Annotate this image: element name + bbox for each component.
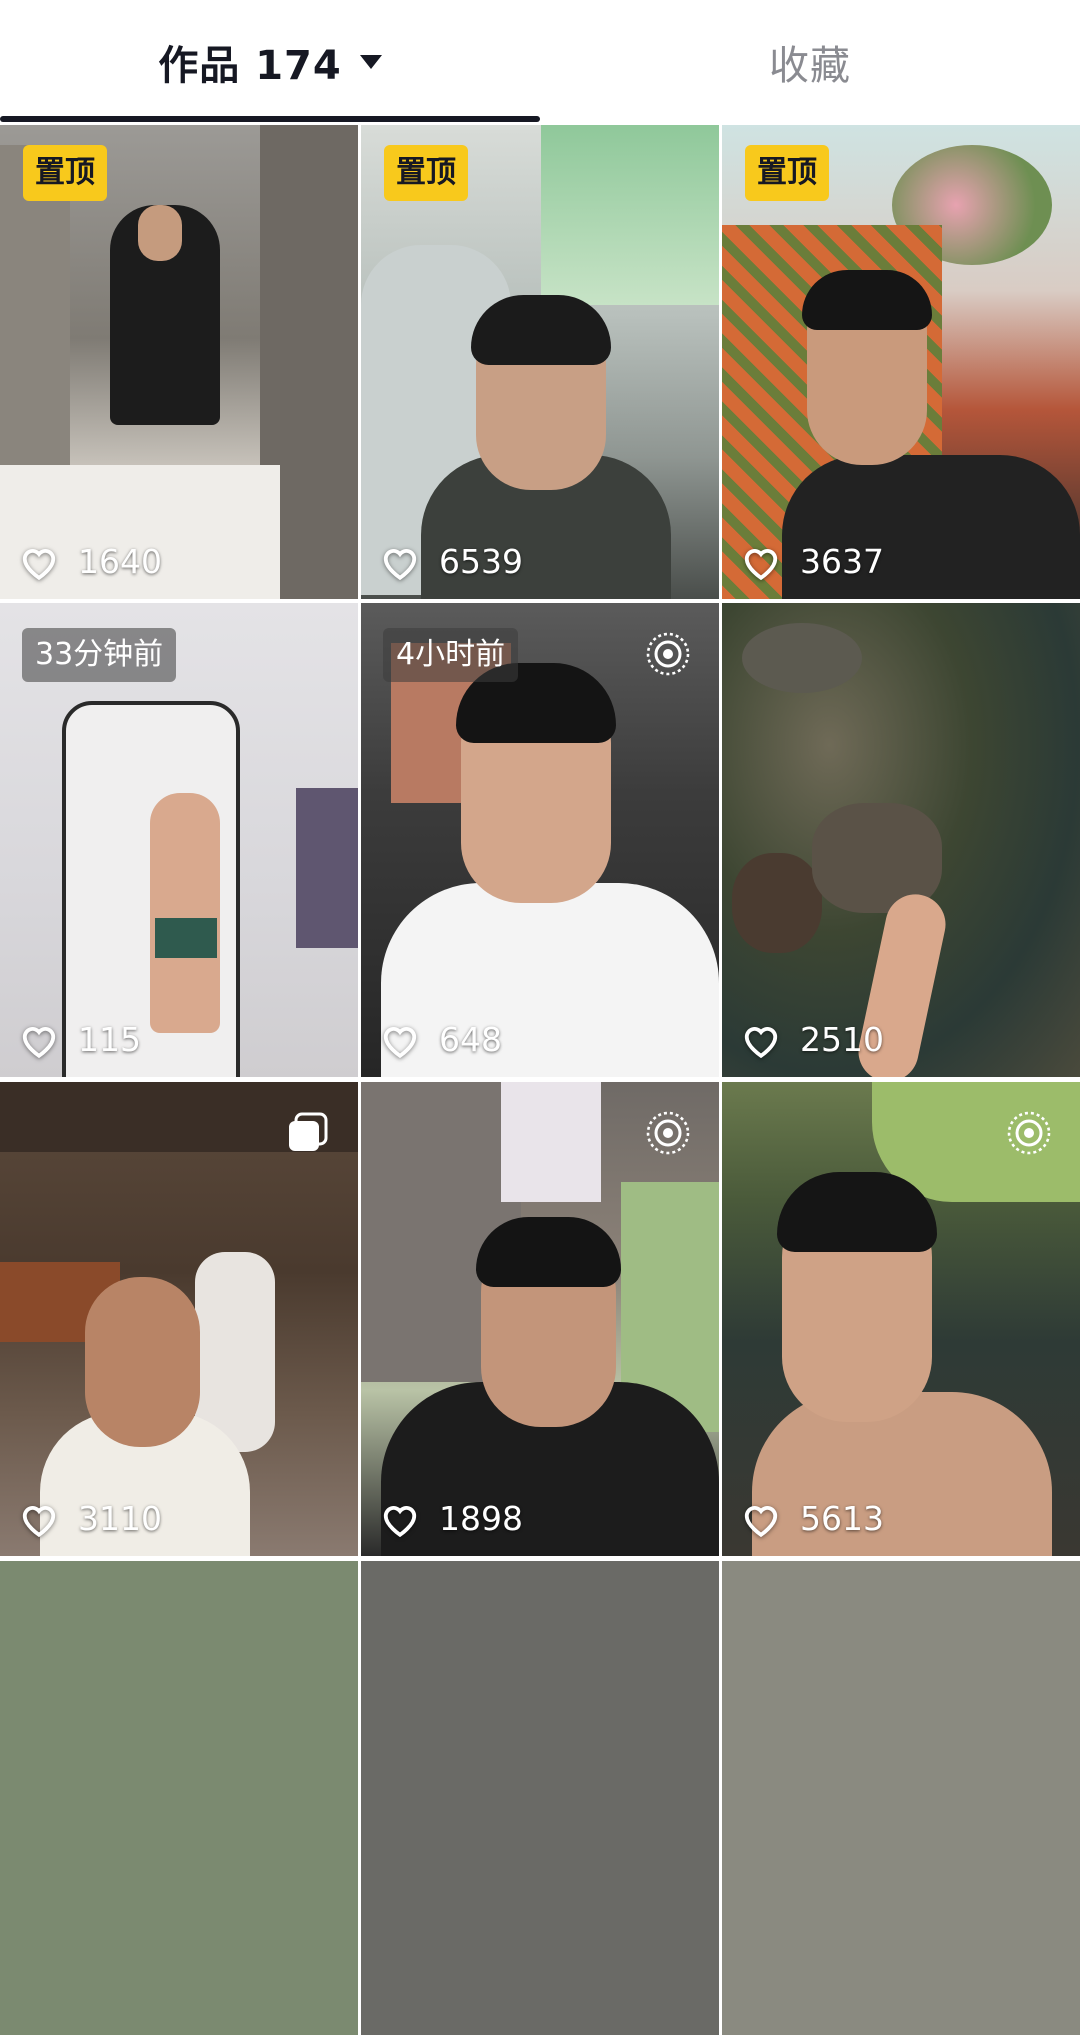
- active-tab-indicator: [0, 116, 540, 122]
- heart-icon: [22, 1505, 56, 1537]
- video-thumbnail[interactable]: 5613: [722, 1082, 1080, 1556]
- time-badge: 33分钟前: [22, 628, 177, 682]
- heart-icon: [383, 548, 417, 580]
- like-count: 648: [381, 1020, 502, 1059]
- heart-icon: [22, 548, 56, 580]
- live-photo-icon: [1007, 1111, 1051, 1155]
- like-count: 2510: [742, 1020, 884, 1059]
- like-count-value: 5613: [800, 1499, 884, 1538]
- like-count: 1898: [381, 1499, 523, 1538]
- video-thumbnail[interactable]: 2510: [722, 603, 1080, 1077]
- tab-works[interactable]: 作品 174: [0, 0, 540, 124]
- like-count-value: 2510: [800, 1020, 884, 1059]
- like-count-value: 3110: [78, 1499, 162, 1538]
- heart-icon: [383, 1026, 417, 1058]
- video-thumbnail[interactable]: 4小时前 648: [361, 603, 719, 1077]
- heart-icon: [744, 1505, 778, 1537]
- video-thumbnail[interactable]: 3110: [0, 1082, 358, 1556]
- heart-icon: [744, 1026, 778, 1058]
- tab-favorites-label: 收藏: [769, 43, 851, 89]
- live-photo-icon: [646, 632, 690, 676]
- video-thumbnail[interactable]: [361, 1561, 719, 2035]
- multi-image-icon: [289, 1112, 328, 1151]
- video-thumbnail[interactable]: 33分钟前 115: [0, 603, 358, 1077]
- like-count: 3110: [20, 1499, 162, 1538]
- profile-tabs: 作品 174 收藏: [0, 0, 1080, 124]
- like-count-value: 115: [78, 1020, 141, 1059]
- time-badge: 4小时前: [383, 628, 519, 682]
- thumbnail-image: [722, 603, 1080, 1077]
- like-count-value: 6539: [439, 542, 523, 581]
- live-photo-icon: [646, 1111, 690, 1155]
- like-count-value: 1898: [439, 1499, 523, 1538]
- video-thumbnail[interactable]: 置顶 3637: [722, 125, 1080, 599]
- like-count-value: 648: [439, 1020, 502, 1059]
- pinned-badge: 置顶: [384, 145, 468, 201]
- like-count: 5613: [742, 1499, 884, 1538]
- video-thumbnail[interactable]: [722, 1561, 1080, 2035]
- heart-icon: [744, 548, 778, 580]
- heart-icon: [383, 1505, 417, 1537]
- video-grid: 置顶 1640 置顶 6539 置顶 3637 33分钟前 115 4小时前 6…: [0, 125, 1080, 2035]
- like-count-value: 3637: [800, 542, 884, 581]
- tab-works-label: 作品 174: [158, 43, 342, 89]
- heart-icon: [22, 1026, 56, 1058]
- pinned-badge: 置顶: [745, 145, 829, 201]
- pinned-badge: 置顶: [23, 145, 107, 201]
- video-thumbnail[interactable]: 1898: [361, 1082, 719, 1556]
- like-count: 1640: [20, 542, 162, 581]
- caret-down-icon[interactable]: [359, 55, 382, 69]
- video-thumbnail[interactable]: 置顶 6539: [361, 125, 719, 599]
- like-count: 3637: [742, 542, 884, 581]
- tab-favorites[interactable]: 收藏: [540, 0, 1080, 124]
- video-thumbnail[interactable]: [0, 1561, 358, 2035]
- video-thumbnail[interactable]: 置顶 1640: [0, 125, 358, 599]
- like-count-value: 1640: [78, 542, 162, 581]
- like-count: 115: [20, 1020, 141, 1059]
- like-count: 6539: [381, 542, 523, 581]
